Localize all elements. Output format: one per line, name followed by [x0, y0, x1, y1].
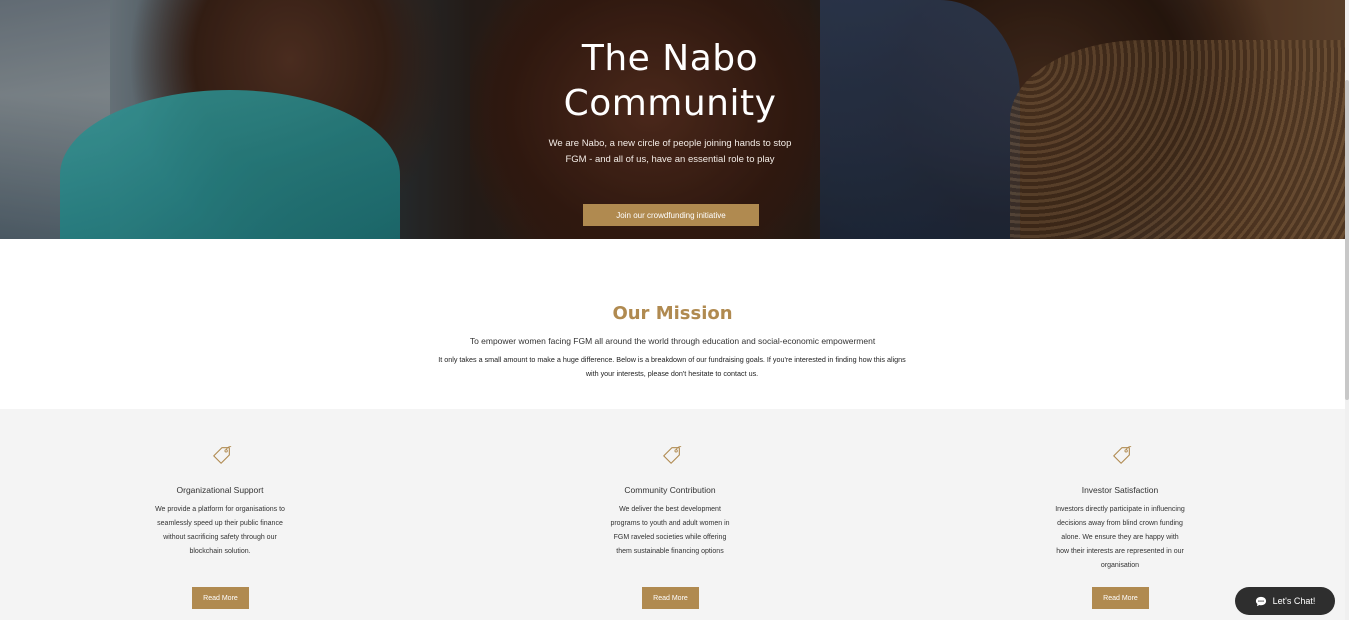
hero-title-line-1: The Nabo: [581, 38, 759, 79]
features-section: Organizational Support We provide a plat…: [0, 409, 1345, 620]
read-more-button[interactable]: Read More: [1092, 587, 1149, 609]
hero-title-line-2: Community: [563, 83, 777, 124]
feature-title: Community Contribution: [624, 485, 716, 495]
mission-lead: To empower women facing FGM all around t…: [469, 336, 876, 346]
price-tag-icon: [663, 446, 682, 464]
feature-title: Organizational Support: [176, 485, 264, 495]
price-tag-icon: [213, 446, 232, 464]
page-scrollbar[interactable]: [1345, 0, 1349, 620]
scrollbar-thumb[interactable]: [1345, 80, 1349, 400]
hero-content: The Nabo Community We are Nabo, a new ci…: [520, 36, 820, 168]
mission-title: Our Mission: [612, 303, 733, 324]
feature-title: Investor Satisfaction: [1081, 485, 1159, 495]
feature-description: We deliver the best development programs…: [610, 506, 730, 555]
chat-label: Let's Chat!: [1272, 596, 1316, 606]
hero-subtitle: We are Nabo, a new circle of people join…: [548, 138, 792, 165]
feature-description: We provide a platform for organisations …: [155, 506, 285, 555]
join-crowdfunding-button[interactable]: Join our crowdfunding initiative: [583, 204, 759, 226]
lets-chat-button[interactable]: Let's Chat!: [1235, 587, 1335, 615]
hero-title: The Nabo Community: [520, 36, 820, 126]
read-more-button[interactable]: Read More: [192, 587, 249, 609]
chat-bubble-icon: [1255, 596, 1266, 606]
mission-section: Our Mission To empower women facing FGM …: [0, 239, 1345, 409]
price-tag-icon: [1113, 446, 1132, 464]
mission-body: It only takes a small amount to make a h…: [438, 355, 906, 378]
read-more-button[interactable]: Read More: [642, 587, 699, 609]
feature-description: Investors directly participate in influe…: [1055, 506, 1185, 569]
